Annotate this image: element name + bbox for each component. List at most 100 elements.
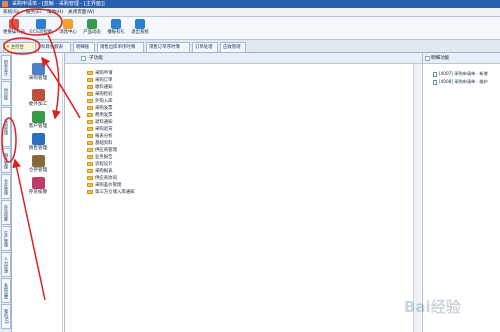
folder-icon xyxy=(87,105,93,110)
module-customer[interactable]: 客户管理 xyxy=(13,111,63,130)
sub-function-pane: 子功能 采购申请 采购订单 收料通知 采购检验 外购入库 采购发票 费用发票 退… xyxy=(64,53,422,332)
folder-icon xyxy=(87,147,93,152)
tab-order-processing[interactable]: 订单处理 xyxy=(192,42,218,52)
tab-account-balance[interactable]: 科目余额表 xyxy=(38,42,71,52)
menu-bar: 系统(S) 服务(E) 帮助(H) 关闭页面(W) xyxy=(0,8,500,17)
folder-icon xyxy=(87,70,93,75)
product-news-button[interactable]: 产品动态 xyxy=(81,18,103,39)
warehouse-icon xyxy=(31,155,45,167)
tab-sales-order[interactable]: 销售订单序时簿 xyxy=(146,42,190,52)
list-item[interactable]: 第三方仓储入库通知 xyxy=(87,189,135,196)
list-item[interactable]: 报表分析 xyxy=(87,133,113,140)
side-tab-inventory[interactable]: 存货核算 xyxy=(1,200,11,225)
list-item[interactable]: 采购订单 xyxy=(87,77,113,84)
folder-icon xyxy=(87,154,93,159)
user-switch-icon xyxy=(9,19,19,29)
app-icon xyxy=(2,1,8,7)
pin-icon[interactable] xyxy=(81,56,86,61)
module-sales[interactable]: 销售管理 xyxy=(13,133,63,152)
menu-help[interactable]: 帮助(H) xyxy=(47,8,63,17)
detail-function-pane: 明细功能 [4007] 采购申请单 - 新增 [4008] 采购申请单 - 维护 xyxy=(422,53,500,332)
pin-icon[interactable] xyxy=(425,56,430,61)
list-item[interactable]: 供应商协同 xyxy=(87,175,117,182)
document-icon xyxy=(433,79,437,85)
list-item[interactable]: 采购检验 xyxy=(87,91,113,98)
side-tab-sales[interactable]: 销售管理 xyxy=(1,148,11,173)
list-item[interactable]: 采购差价管理 xyxy=(87,182,121,189)
folder-icon xyxy=(87,182,93,187)
ecs-flowchart-button[interactable]: ECS流程图 xyxy=(28,18,54,39)
folder-icon xyxy=(87,168,93,173)
tab-detail-ledger[interactable]: 明细账 xyxy=(73,42,95,52)
list-item[interactable]: 费用发票 xyxy=(87,112,113,119)
purchase-icon xyxy=(31,63,45,75)
tab-main-console[interactable]: ✕主控台 xyxy=(3,42,36,52)
close-icon[interactable]: ✕ xyxy=(6,45,10,50)
sales-icon xyxy=(31,133,45,145)
list-item[interactable]: 采购申请 xyxy=(87,70,113,77)
side-tab-purchase[interactable]: 采购管理 xyxy=(1,107,11,147)
folder-icon xyxy=(87,84,93,89)
list-item[interactable]: 采购退货 xyxy=(87,126,113,133)
app-window: { "window": {"title": "采购申请单 - [蓝鲸 - 采购管… xyxy=(0,0,500,332)
folder-icon xyxy=(87,119,93,124)
list-item[interactable]: 业务报告 xyxy=(87,154,113,161)
list-item[interactable]: 流程设计 xyxy=(87,161,113,168)
module-inventory[interactable]: 存货核算 xyxy=(13,177,63,196)
folder-icon xyxy=(87,161,93,166)
side-tab-hr[interactable]: 人力资源 xyxy=(1,252,11,277)
list-item[interactable]: 采购报表 xyxy=(87,168,113,175)
module-outsource[interactable]: 委外加工 xyxy=(13,89,63,108)
folder-icon xyxy=(87,112,93,117)
folder-icon xyxy=(87,91,93,96)
menu-service[interactable]: 服务(E) xyxy=(26,8,42,17)
side-tab-finance[interactable]: 财务会计 xyxy=(1,55,11,80)
side-tab-supply-chain[interactable]: 供应链 xyxy=(1,81,11,106)
folder-icon xyxy=(87,189,93,194)
toolbar: 更换操作员 ECS流程图 消息中心 产品动态 播报有礼 退出系统 xyxy=(0,17,500,40)
list-item[interactable]: 收料通知 xyxy=(87,84,113,91)
customer-icon xyxy=(31,111,45,123)
tab-sales-outbound[interactable]: 销售出库单序时簿 xyxy=(97,42,144,52)
module-column: 采购管理 委外加工 客户管理 销售管理 仓存管理 存货核算 xyxy=(13,53,63,332)
list-item[interactable]: 基础资料 xyxy=(87,140,113,147)
outsource-icon xyxy=(31,89,45,101)
side-tab-settings[interactable]: 系统设置 xyxy=(1,278,11,303)
folder-icon xyxy=(87,133,93,138)
window-title: 采购申请单 - [蓝鲸 - 采购管理 - [主界面]] xyxy=(12,1,105,7)
menu-system[interactable]: 系统(S) xyxy=(3,8,19,17)
folder-icon xyxy=(87,175,93,180)
detail-item-maintain[interactable]: [4008] 采购申请单 - 维护 xyxy=(433,78,488,85)
side-tab-production[interactable]: 生产管理 xyxy=(1,226,11,251)
module-warehouse[interactable]: 仓存管理 xyxy=(13,155,63,174)
module-purchase[interactable]: 采购管理 xyxy=(13,63,63,82)
list-item[interactable]: 供应商管理 xyxy=(87,147,117,154)
list-item[interactable]: 采购发票 xyxy=(87,105,113,112)
list-item[interactable]: 退料通知 xyxy=(87,119,113,126)
detail-item-new[interactable]: [4007] 采购申请单 - 新增 xyxy=(433,70,488,77)
message-center-button[interactable]: 消息中心 xyxy=(57,18,79,39)
inventory-icon xyxy=(31,177,45,189)
broadcast-gift-button[interactable]: 播报有礼 xyxy=(105,18,127,39)
document-icon xyxy=(433,71,437,77)
flowchart-icon xyxy=(36,19,46,29)
side-tab-strip: 财务会计 供应链 采购管理 销售管理 仓存管理 存货核算 生产管理 人力资源 系… xyxy=(0,53,12,332)
list-item[interactable]: 外购入库 xyxy=(87,98,113,105)
folder-icon xyxy=(87,140,93,145)
side-tab-my-k3[interactable]: 我的K/3 xyxy=(1,304,11,329)
watermark: Bai经验 xyxy=(404,298,461,316)
menu-close-page[interactable]: 关闭页面(W) xyxy=(68,8,95,17)
news-icon xyxy=(87,19,97,29)
detail-function-header: 明细功能 xyxy=(423,53,500,64)
folder-icon xyxy=(87,126,93,131)
title-bar: 采购申请单 - [蓝鲸 - 采购管理 - [主界面]] xyxy=(0,0,500,8)
exit-icon xyxy=(135,19,145,29)
folder-icon xyxy=(87,77,93,82)
exit-system-button[interactable]: 退出系统 xyxy=(129,18,151,39)
vertical-scrollbar[interactable] xyxy=(413,64,421,332)
message-icon xyxy=(63,19,73,29)
tab-receivables[interactable]: 应收管理 xyxy=(220,42,246,52)
side-tab-warehouse[interactable]: 仓存管理 xyxy=(1,174,11,199)
tab-bar: ✕主控台 科目余额表 明细账 销售出库单序时簿 销售订单序时簿 订单处理 应收管… xyxy=(0,40,500,53)
switch-operator-button[interactable]: 更换操作员 xyxy=(2,18,26,39)
